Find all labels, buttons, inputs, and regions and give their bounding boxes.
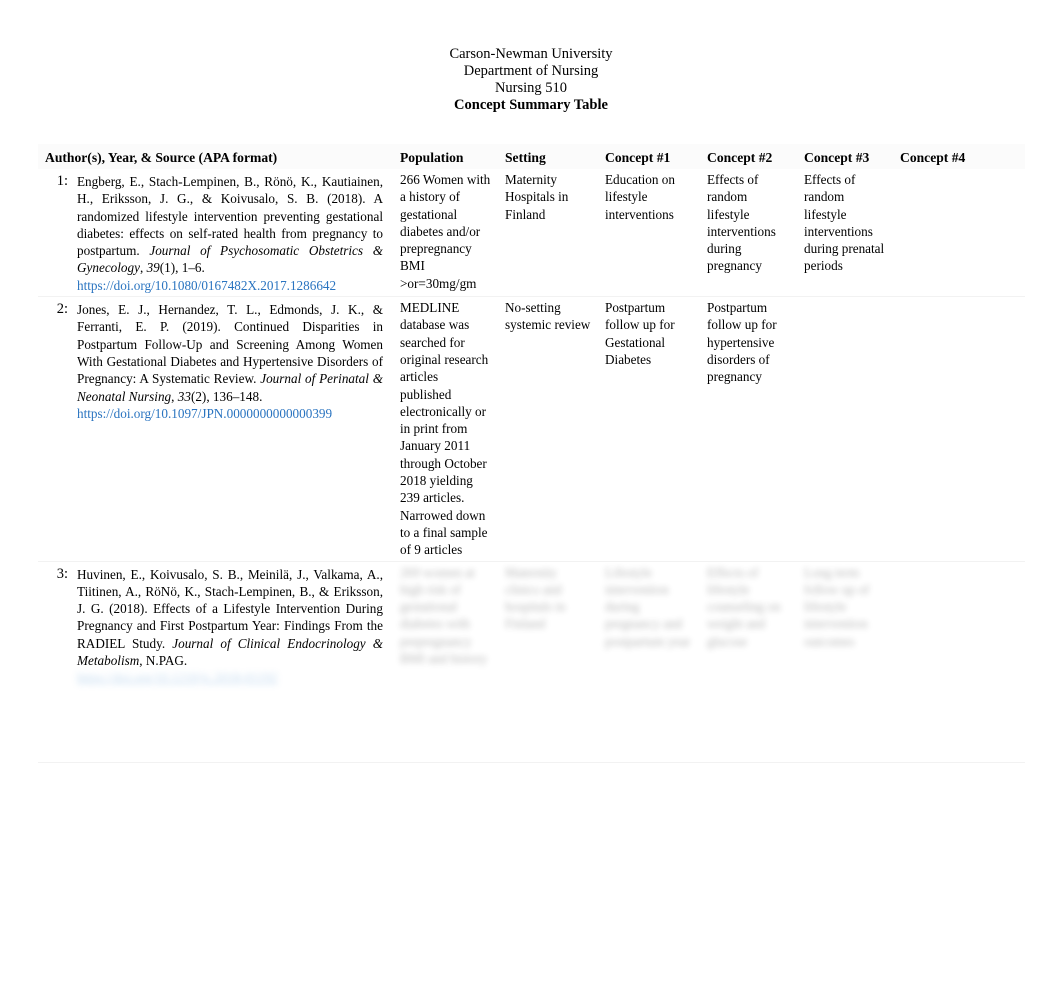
cell-concept-1: Lifestyle intervention during pregnancy … — [598, 560, 700, 689]
cell-text-concept-1: Education on lifestyle interventions — [605, 172, 675, 222]
table-row: 2: Jones, E. J., Hernandez, T. L., Edmon… — [38, 296, 1025, 562]
cell-text-concept-2: Effects of random lifestyle intervention… — [707, 172, 776, 274]
citation-part-3: (1), 1–6. — [159, 260, 205, 276]
citation-number: 2: — [56, 301, 68, 318]
column-header-author: Author(s), Year, & Source (APA format) — [38, 144, 393, 169]
table-header-row: Author(s), Year, & Source (APA format) P… — [38, 144, 1025, 169]
citation-text: Engberg, E., Stach-Lempinen, B., Rönö, K… — [77, 171, 383, 294]
cell-population: MEDLINE database was searched for origin… — [393, 296, 498, 562]
cell-text-concept-2: Effects of lifestyle counseling on weigh… — [707, 564, 781, 649]
cell-concept-3 — [797, 296, 893, 562]
table-row: 3: Huvinen, E., Koivusalo, S. B., Meinil… — [38, 560, 1025, 689]
cell-text-population: 269 women at high risk of gestational di… — [400, 564, 488, 667]
cell-population: 266 Women with a history of gestational … — [393, 169, 498, 297]
heading-line-title: Concept Summary Table — [454, 97, 608, 113]
citation-part-3: (2), 136–148. — [190, 388, 263, 404]
cell-concept-1: Education on lifestyle interventions — [598, 169, 700, 297]
citation-volume: 39 — [146, 260, 160, 276]
citation-text: Huvinen, E., Koivusalo, S. B., Meinilä, … — [77, 564, 383, 687]
column-header-concept-2: Concept #2 — [700, 144, 797, 169]
cell-text-concept-1: Postpartum follow up for Gestational Dia… — [605, 300, 675, 367]
citation-part-2: , — [139, 260, 147, 276]
cell-text-concept-2: Postpartum follow up for hypertensive di… — [707, 300, 777, 385]
column-header-concept-1: Concept #1 — [598, 144, 700, 169]
concept-summary-table: Author(s), Year, & Source (APA format) P… — [38, 144, 1025, 689]
citation-part-2: , — [139, 653, 146, 669]
doi-link[interactable]: https://doi.org/10.1210/jc.2018-01192 — [77, 669, 383, 686]
column-header-concept-4: Concept #4 — [893, 144, 1025, 169]
cell-population: 269 women at high risk of gestational di… — [393, 560, 498, 689]
heading-line-course: Nursing 510 — [494, 80, 568, 96]
cell-concept-4 — [893, 560, 1025, 689]
cell-concept-2: Effects of random lifestyle intervention… — [700, 169, 797, 297]
citation-number: 1: — [56, 173, 68, 189]
citation-part-3: N.PAG. — [145, 653, 188, 669]
cell-setting: No-setting systemic review — [498, 296, 598, 562]
doi-link[interactable]: https://doi.org/10.1080/0167482X.2017.12… — [77, 277, 383, 294]
cell-text-concept-1: Lifestyle intervention during pregnancy … — [605, 564, 691, 649]
document-heading: Carson-Newman University Department of N… — [0, 46, 1062, 114]
table-row: 1: Engberg, E., Stach-Lempinen, B., Rönö… — [38, 169, 1025, 297]
cell-author: 3: Huvinen, E., Koivusalo, S. B., Meinil… — [38, 560, 393, 689]
cell-setting: Maternity Hospitals in Finland — [498, 169, 598, 297]
cell-text-population: 266 Women with a history of gestational … — [400, 172, 491, 291]
column-header-population: Population — [393, 144, 498, 169]
citation-volume: 33 — [177, 388, 191, 404]
citation-text: Jones, E. J., Hernandez, T. L., Edmonds,… — [77, 299, 383, 422]
cell-concept-3: Effects of random lifestyle intervention… — [797, 169, 893, 297]
cell-concept-4 — [893, 169, 1025, 297]
heading-line-department: Department of Nursing — [463, 63, 599, 79]
doi-link[interactable]: https://doi.org/10.1097/JPN.000000000000… — [77, 405, 383, 422]
cell-concept-2: Effects of lifestyle counseling on weigh… — [700, 560, 797, 689]
document-page: Carson-Newman University Department of N… — [0, 0, 1062, 1001]
cell-text-setting: No-setting systemic review — [505, 300, 591, 333]
cell-text-setting: Maternity Hospitals in Finland — [505, 172, 569, 222]
cell-concept-2: Postpartum follow up for hypertensive di… — [700, 296, 797, 562]
citation-number: 3: — [56, 565, 68, 582]
cell-text-concept-3: Effects of random lifestyle intervention… — [804, 172, 885, 274]
heading-line-university: Carson-Newman University — [449, 46, 613, 62]
cell-author: 1: Engberg, E., Stach-Lempinen, B., Rönö… — [38, 169, 393, 297]
cell-author: 2: Jones, E. J., Hernandez, T. L., Edmon… — [38, 296, 393, 562]
cell-setting: Maternity clinics and hospitals in Finla… — [498, 560, 598, 689]
cell-text-concept-3: Long term follow up of lifestyle interve… — [804, 564, 870, 649]
cell-text-population: MEDLINE database was searched for origin… — [400, 300, 489, 558]
citation-part-2: , — [171, 388, 178, 404]
table-bottom-divider — [38, 762, 1025, 763]
cell-concept-4 — [893, 296, 1025, 562]
column-header-concept-3: Concept #3 — [797, 144, 893, 169]
cell-concept-3: Long term follow up of lifestyle interve… — [797, 560, 893, 689]
column-header-setting: Setting — [498, 144, 598, 169]
cell-text-setting: Maternity clinics and hospitals in Finla… — [505, 564, 566, 632]
cell-concept-1: Postpartum follow up for Gestational Dia… — [598, 296, 700, 562]
